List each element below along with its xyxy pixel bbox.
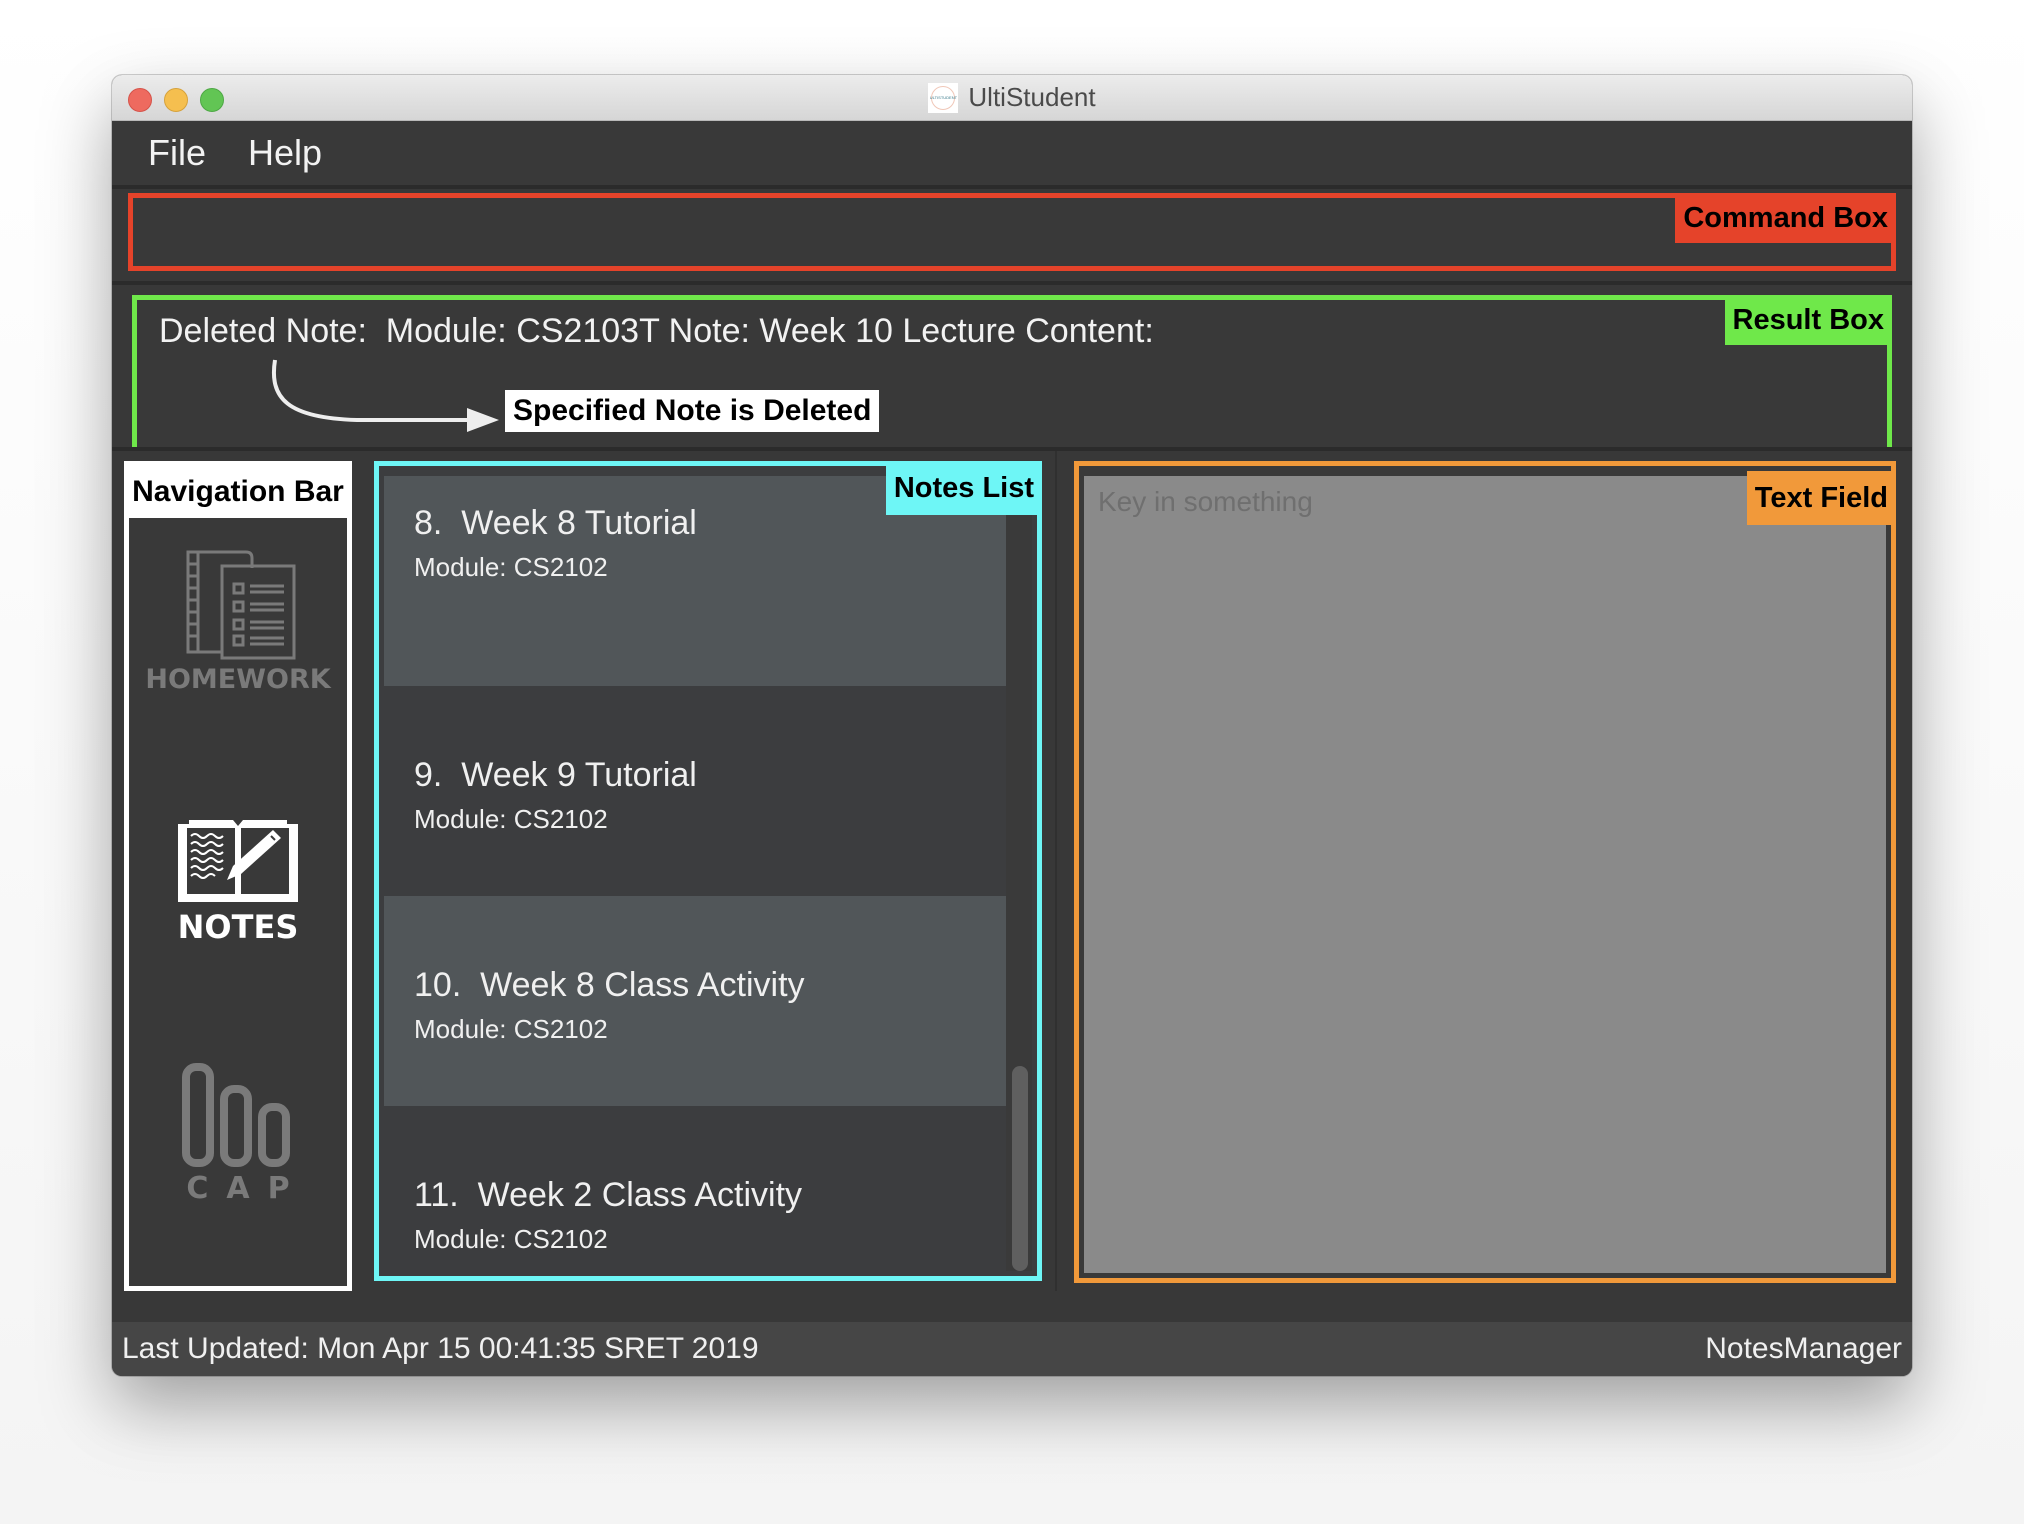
note-title: 11. Week 2 Class Activity <box>414 1176 802 1215</box>
cap-icon <box>182 1063 290 1167</box>
text-field-panel: Text Field <box>1074 461 1896 1283</box>
note-title-text: Week 9 Tutorial <box>461 756 697 794</box>
command-box-annotation: Command Box <box>1675 193 1896 243</box>
callout-arrow-icon <box>272 359 499 432</box>
text-field-annotation: Text Field <box>1746 471 1896 525</box>
note-module: Module: CS2102 <box>414 804 608 834</box>
note-title-text: Week 8 Tutorial <box>461 504 697 542</box>
note-module: Module: CS2102 <box>414 552 608 582</box>
last-updated-status: Last Updated: Mon Apr 15 00:41:35 SRET 2… <box>122 1332 759 1365</box>
app-logo-icon: ULTISTUDENT <box>928 82 959 113</box>
window-title: UltiStudent <box>968 82 1096 112</box>
nav-label-notes: NOTES <box>177 908 299 946</box>
note-card[interactable]: 9. Week 9 Tutorial Module: CS2102 <box>384 686 1006 896</box>
notes-scrollbar[interactable] <box>1006 476 1032 1271</box>
notes-list-panel: 8. Week 8 Tutorial Module: CS2102 9. Wee… <box>374 461 1042 1281</box>
menu-bar: File Help <box>112 121 1912 185</box>
notes-icon <box>178 820 298 902</box>
command-region: Command Box <box>112 185 1912 281</box>
notes-list: 8. Week 8 Tutorial Module: CS2102 9. Wee… <box>384 476 1006 1271</box>
nav-item-homework[interactable]: HOMEWORK <box>129 548 347 695</box>
notes-scrollbar-thumb[interactable] <box>1012 1066 1028 1271</box>
note-title: 8. Week 8 Tutorial <box>414 504 697 543</box>
menu-file[interactable]: File <box>148 132 206 174</box>
note-text-field[interactable] <box>1084 476 1886 1273</box>
result-box-annotation: Result Box <box>1724 295 1892 345</box>
note-module: Module: CS2102 <box>414 1224 608 1254</box>
status-bar: Last Updated: Mon Apr 15 00:41:35 SRET 2… <box>112 1322 1912 1376</box>
note-title: 10. Week 8 Class Activity <box>414 966 805 1005</box>
note-index: 8. <box>414 504 443 542</box>
note-title-text: Week 8 Class Activity <box>480 966 805 1004</box>
notes-list-annotation: Notes List <box>885 461 1042 515</box>
result-text: Deleted Note: Module: CS2103T Note: Week… <box>159 312 1154 350</box>
deleted-callout-label: Specified Note is Deleted <box>505 390 880 432</box>
navigation-bar-annotation: Navigation Bar <box>132 475 344 508</box>
nav-label-homework: HOMEWORK <box>145 664 331 695</box>
result-box: Deleted Note: Module: CS2103T Note: Week… <box>132 295 1892 468</box>
note-module: Module: CS2102 <box>414 1014 608 1044</box>
note-title-text: Week 2 Class Activity <box>477 1176 803 1214</box>
nav-item-cap[interactable]: CAP <box>129 1063 347 1206</box>
note-title: 9. Week 9 Tutorial <box>414 756 697 795</box>
nav-label-cap: CAP <box>186 1171 308 1206</box>
menu-help[interactable]: Help <box>248 132 322 174</box>
note-card[interactable]: 10. Week 8 Class Activity Module: CS2102 <box>384 896 1006 1106</box>
homework-icon <box>186 550 296 660</box>
navigation-bar: Navigation Bar HOMEWORK NOTES CAP <box>124 461 352 1291</box>
main-area: Navigation Bar HOMEWORK NOTES CAP 8. Wee… <box>112 447 1912 1322</box>
note-card[interactable]: 11. Week 2 Class Activity Module: CS2102 <box>384 1106 1006 1271</box>
command-box: Command Box <box>128 193 1896 271</box>
app-logo-text: ULTISTUDENT <box>930 85 957 110</box>
panel-divider[interactable] <box>1055 451 1057 1291</box>
app-window: ULTISTUDENT UltiStudent File Help Comman… <box>112 75 1912 1376</box>
note-index: 10. <box>414 966 462 1004</box>
manager-status: NotesManager <box>1705 1332 1902 1365</box>
note-index: 11. <box>414 1176 459 1214</box>
title-bar: ULTISTUDENT UltiStudent <box>112 75 1912 121</box>
command-input[interactable] <box>133 198 1891 266</box>
nav-item-notes[interactable]: NOTES <box>129 818 347 946</box>
note-index: 9. <box>414 756 443 794</box>
